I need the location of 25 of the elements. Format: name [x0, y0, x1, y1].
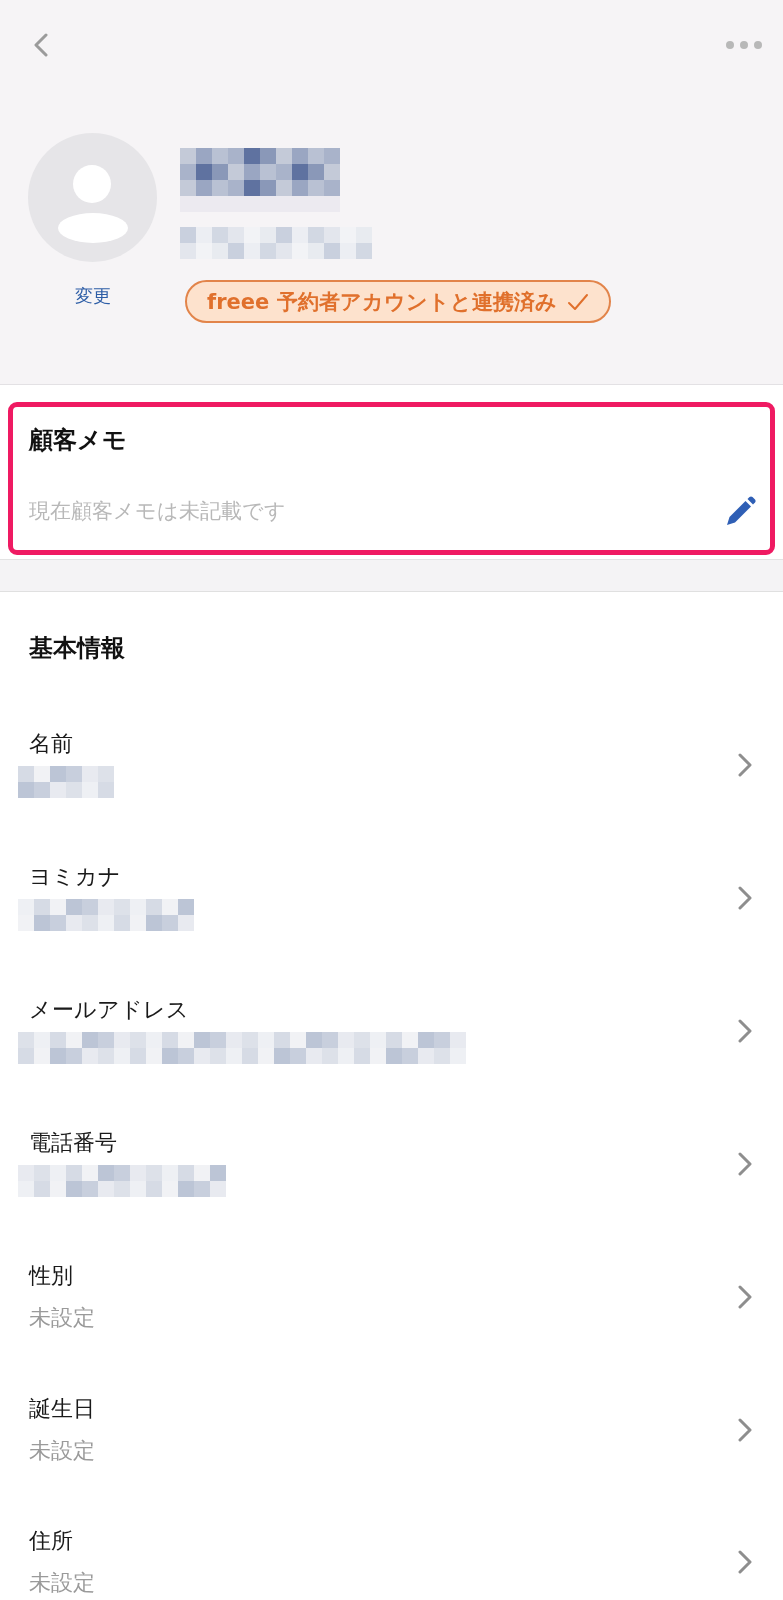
chevron-right-icon[interactable] [738, 1550, 752, 1574]
field-label: メールアドレス [29, 996, 190, 1024]
section-title: 顧客メモ [29, 425, 128, 456]
field-value: 未設定 [29, 1304, 95, 1332]
field-label: 性別 [29, 1262, 74, 1290]
section-title: 基本情報 [29, 633, 126, 664]
field-label: 電話番号 [29, 1129, 118, 1157]
link-status-text: freee 予約者アカウントと連携済み [207, 288, 557, 316]
chevron-right-icon[interactable] [738, 1285, 752, 1309]
field-value: 未設定 [29, 1569, 95, 1597]
chevron-right-icon[interactable] [738, 886, 752, 910]
pencil-icon[interactable] [726, 496, 756, 526]
field-label: 誕生日 [29, 1395, 95, 1423]
field-label: 住所 [29, 1527, 74, 1555]
chevron-right-icon[interactable] [738, 1152, 752, 1176]
avatar-silhouette-icon [28, 133, 157, 262]
chevron-right-icon[interactable] [738, 1418, 752, 1442]
chevron-right-icon[interactable] [738, 753, 752, 777]
field-value: 未設定 [29, 1437, 95, 1465]
more-icon[interactable] [726, 41, 762, 49]
field-label: 名前 [29, 730, 74, 758]
back-icon[interactable] [34, 33, 48, 57]
field-label: ヨミカナ [29, 863, 122, 891]
chevron-right-icon[interactable] [738, 1019, 752, 1043]
change-photo-link[interactable]: 変更 [74, 284, 111, 308]
